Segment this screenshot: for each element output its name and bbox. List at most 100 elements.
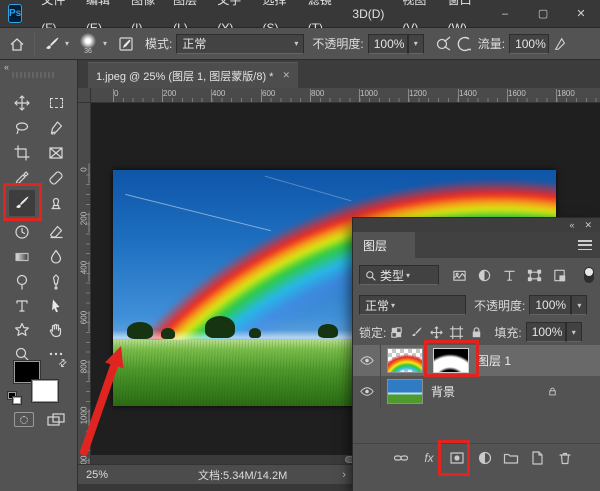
panel-opacity-dropdown[interactable]: ▾: [571, 295, 587, 315]
opacity-input[interactable]: 100%: [368, 34, 408, 54]
pressure-size-icon[interactable]: [549, 32, 571, 56]
layer-row-layer1[interactable]: 图层 1: [353, 345, 600, 376]
close-button[interactable]: ✕: [562, 0, 600, 27]
panel-opacity-input[interactable]: 100%: [529, 295, 571, 315]
mode-label: 模式:: [145, 35, 172, 52]
chevron-down-icon[interactable]: ▾: [65, 39, 69, 48]
layer-name[interactable]: 背景: [431, 383, 455, 400]
crop-tool[interactable]: [9, 142, 35, 164]
background-color-swatch[interactable]: [32, 380, 58, 402]
layer1-mask-thumbnail[interactable]: [433, 348, 469, 373]
status-options-chevron-icon[interactable]: ›: [342, 469, 346, 481]
panel-menu-icon[interactable]: [578, 240, 592, 250]
filter-smart-objects-icon[interactable]: [549, 265, 569, 285]
custom-shape-tool[interactable]: [9, 319, 35, 341]
menu-3d[interactable]: 3D(D): [343, 0, 393, 28]
fill-value: 100%: [532, 325, 563, 339]
layer-name[interactable]: 图层 1: [477, 352, 511, 369]
flow-input[interactable]: 100%: [509, 34, 549, 54]
document-tab[interactable]: 1.jpeg @ 25% (图层 1, 图层蒙版/8) * ✕: [88, 62, 298, 88]
minimize-button[interactable]: –: [486, 0, 524, 27]
clone-stamp-tool[interactable]: [43, 192, 69, 214]
airbrush-icon[interactable]: [454, 32, 476, 56]
mode-select[interactable]: 正常 ▾: [176, 34, 304, 54]
filter-type-select[interactable]: 类型 ▾: [359, 265, 439, 285]
type-tool[interactable]: [9, 295, 35, 317]
vertical-ruler[interactable]: 0 200 400 600 800 1000 1200: [78, 103, 91, 464]
hand-tool[interactable]: [43, 319, 69, 341]
ruler-mark: 1000: [360, 89, 378, 98]
collapse-panel-icon[interactable]: «: [4, 62, 9, 72]
document-tab-bar: 1.jpeg @ 25% (图层 1, 图层蒙版/8) * ✕: [78, 60, 600, 88]
brush-tool-preset-icon[interactable]: [41, 32, 63, 56]
collapse-panel-icon[interactable]: «: [569, 220, 574, 230]
tab-close-icon[interactable]: ✕: [282, 70, 290, 81]
layer-style-fx-icon[interactable]: fx: [417, 447, 441, 469]
default-colors-icon-bg[interactable]: [13, 397, 21, 404]
new-group-icon[interactable]: [499, 447, 523, 469]
eye-icon: [360, 355, 374, 366]
quick-mask-mode-button[interactable]: [14, 412, 34, 427]
layers-tab[interactable]: 图层: [353, 232, 415, 258]
eyedropper-tool[interactable]: [9, 167, 35, 189]
blend-mode-select[interactable]: 正常 ▾: [359, 295, 466, 315]
delete-layer-icon[interactable]: [553, 447, 577, 469]
layers-panel-bottom-bar: fx: [353, 443, 600, 471]
filter-adjustment-layers-icon[interactable]: [474, 265, 494, 285]
visibility-cell[interactable]: [353, 376, 381, 407]
filter-type-layers-icon[interactable]: [499, 265, 519, 285]
lock-position-icon[interactable]: [426, 322, 446, 342]
panel-grip[interactable]: [12, 72, 56, 78]
background-lock-icon[interactable]: [542, 382, 562, 402]
filter-type-value: 类型: [380, 267, 404, 284]
horizontal-ruler[interactable]: 0 200 400 600 800 1000 1200 1400 1600 18…: [91, 88, 600, 103]
home-icon[interactable]: [6, 32, 28, 56]
flow-label: 流量:: [478, 35, 505, 52]
fill-input[interactable]: 100%: [526, 322, 566, 342]
lock-transparent-pixels-icon[interactable]: [386, 322, 406, 342]
link-layers-icon[interactable]: [389, 447, 413, 469]
visibility-cell[interactable]: [353, 345, 381, 376]
close-panel-icon[interactable]: ✕: [584, 220, 592, 231]
toggle-brush-panel-icon[interactable]: [115, 32, 137, 56]
frame-tool[interactable]: [43, 142, 69, 164]
filter-pixel-layers-icon[interactable]: [449, 265, 469, 285]
ruler-mark: 1200: [80, 455, 89, 465]
lasso-tool[interactable]: [9, 117, 35, 139]
ruler-mark: 800: [311, 89, 324, 98]
pen-tool[interactable]: [43, 271, 69, 293]
move-tool[interactable]: [9, 92, 35, 114]
spot-healing-brush-tool[interactable]: [43, 167, 69, 189]
eraser-tool[interactable]: [43, 221, 69, 243]
layer-filter-toggle[interactable]: [584, 267, 594, 283]
maximize-button[interactable]: ▢: [524, 0, 562, 27]
pressure-opacity-icon[interactable]: [432, 32, 454, 56]
brush-tool[interactable]: [9, 190, 35, 216]
path-selection-tool[interactable]: [43, 295, 69, 317]
lock-image-pixels-icon[interactable]: [406, 322, 426, 342]
quick-selection-tool[interactable]: [43, 117, 69, 139]
screen-mode-button[interactable]: [46, 412, 66, 427]
layer1-thumbnail[interactable]: [387, 348, 423, 373]
dodge-tool[interactable]: [9, 271, 35, 293]
rectangular-marquee-tool[interactable]: [43, 92, 69, 114]
new-adjustment-layer-icon[interactable]: [473, 447, 497, 469]
chevron-down-icon[interactable]: ▾: [103, 39, 107, 48]
lock-all-icon[interactable]: [466, 322, 486, 342]
lock-artboard-icon[interactable]: [446, 322, 466, 342]
background-thumbnail[interactable]: [387, 379, 423, 404]
gradient-tool[interactable]: [9, 246, 35, 268]
add-layer-mask-icon[interactable]: [445, 447, 469, 469]
opacity-dropdown-button[interactable]: ▾: [408, 34, 424, 54]
fill-dropdown[interactable]: ▾: [566, 322, 582, 342]
zoom-level-field[interactable]: 25%: [86, 469, 138, 481]
ruler-mark: 400: [80, 258, 89, 278]
layer-row-background[interactable]: 背景: [353, 376, 600, 407]
filter-shape-layers-icon[interactable]: [524, 265, 544, 285]
blur-tool[interactable]: [43, 246, 69, 268]
chevron-down-icon: ▾: [572, 328, 576, 337]
history-brush-tool[interactable]: [9, 221, 35, 243]
brush-size-preview[interactable]: 36: [75, 33, 101, 55]
new-layer-icon[interactable]: [525, 447, 549, 469]
ruler-mark: 800: [80, 357, 89, 377]
